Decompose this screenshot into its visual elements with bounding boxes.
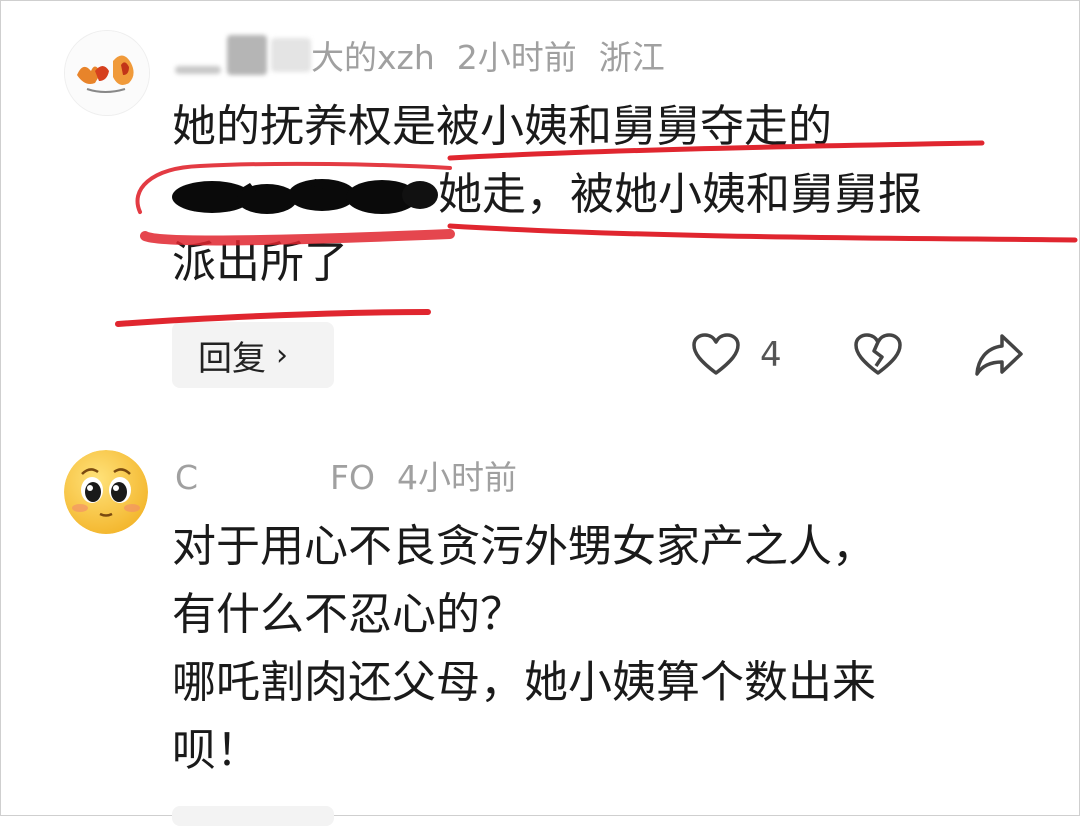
like-button[interactable]: 4 [692,330,782,380]
comment-line: 哪吒割肉还父母，她小姨算个数出来 [172,657,876,708]
broken-heart-icon [854,333,902,375]
comment-meta: 大的xzh 2小时前 浙江 [175,30,665,80]
comment-line: 派出所了 [172,237,348,288]
heart-icon [692,333,740,375]
comment-body: 她的抚养权是被小姨和舅舅夺走的 她走，被她小姨和舅舅报 派出所了 [172,93,1032,297]
comment-actions: 4 [0,330,1080,380]
comment-line: 有什么不忍心的？ [172,589,524,640]
comment-line: 她走，被她小姨和舅舅报 [172,161,1032,229]
timestamp: 4小时前 [397,458,517,497]
share-arrow-icon [975,334,1023,376]
like-count: 4 [760,335,782,375]
location: 浙江 [598,38,665,77]
comment-meta: C FO 4小时前 [175,450,517,500]
comment-line-text: 她走，被她小姨和舅舅报 [438,169,922,220]
reply-button-partial[interactable] [172,806,334,826]
comment-line: 她的抚养权是被小姨和舅舅夺走的 [172,101,832,152]
avatar[interactable] [64,450,148,534]
comment-body: 对于用心不良贪污外甥女家产之人， 有什么不忍心的？ 哪吒割肉还父母，她小姨算个数… [172,513,1052,785]
redaction-scribble [172,171,438,215]
username[interactable]: C FO [175,451,375,499]
timestamp: 2小时前 [456,38,577,77]
avatar-image [65,31,149,115]
username[interactable]: 大的xzh [311,31,435,79]
username-redacted [271,38,311,72]
comment-line: 对于用心不良贪污外甥女家产之人， [172,521,876,572]
username-redacted [175,66,221,74]
share-button[interactable] [974,330,1024,380]
avatar[interactable] [64,30,150,116]
dislike-button[interactable] [854,330,902,380]
username-redacted [227,35,267,75]
emoji-avatar-image [64,450,148,534]
comment-line: 呗！ [172,725,260,776]
